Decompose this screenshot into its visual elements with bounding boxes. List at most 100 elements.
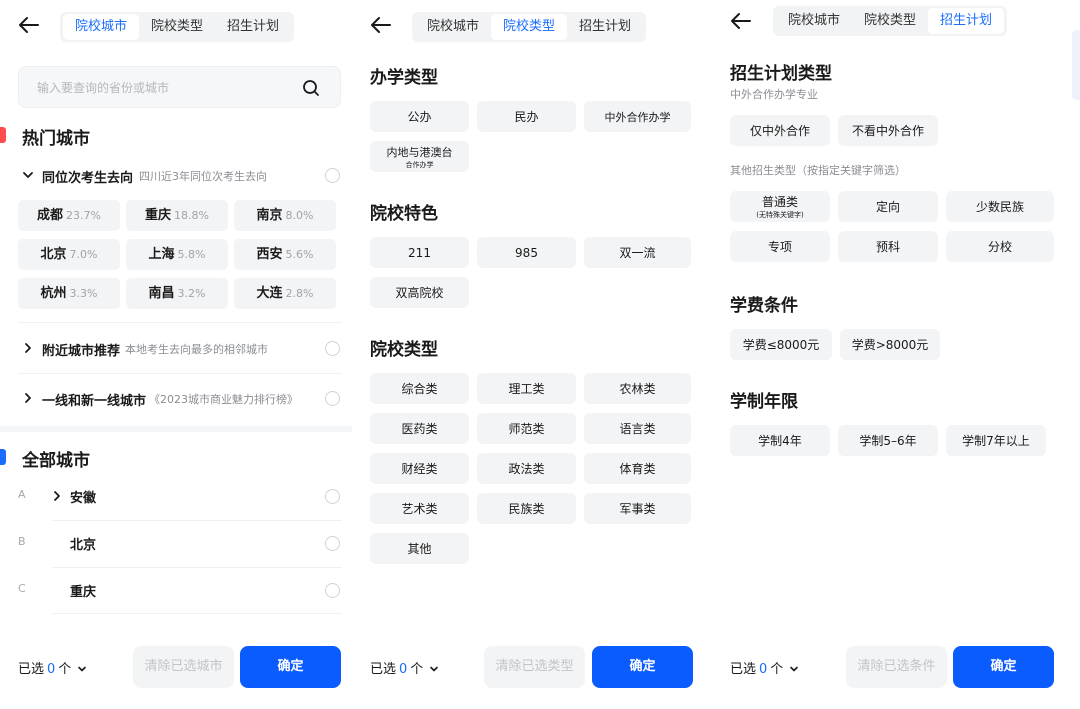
search-placeholder: 输入要查询的省份或城市 [37,81,170,95]
filter-chip[interactable]: 农林类 [584,373,691,404]
city-filter-screen: 院校城市 院校类型 招生计划 输入要查询的省份或城市 热门城市 同位次考生去向 … [0,0,352,709]
filter-chip[interactable]: 学费≤8000元 [730,329,832,360]
filter-chip[interactable]: 语言类 [584,413,691,444]
filter-chip[interactable]: 不看中外合作 [838,115,938,146]
filter-chip[interactable]: 双高院校 [370,277,469,308]
filter-chip[interactable]: 民族类 [477,493,576,524]
hot-city-chip[interactable]: 杭州 3.3% [18,278,120,309]
tier1-radio[interactable] [325,391,340,406]
filter-chip[interactable]: 普通类 (无特殊关键字) [730,191,830,222]
filter-chip[interactable]: 少数民族 [946,191,1054,222]
tab-school-city[interactable]: 院校城市 [776,8,852,34]
filter-chip[interactable]: 双一流 [584,237,691,268]
confirm-button[interactable]: 确定 [953,646,1054,688]
filter-chip[interactable]: 军事类 [584,493,691,524]
filter-chip[interactable]: 体育类 [584,453,691,484]
hot-city-chip[interactable]: 上海 5.8% [126,239,228,270]
filter-chip[interactable]: 师范类 [477,413,576,444]
filter-chip[interactable]: 其他 [370,533,469,564]
tab-enroll-plan[interactable]: 招生计划 [215,14,291,40]
filter-chip[interactable]: 民办 [477,101,576,132]
tab-school-city[interactable]: 院校城市 [63,14,140,40]
selected-count-toggle[interactable]: 已选 0 个 [370,658,439,677]
bottom-bar: 已选 0 个 清除已选条件 确定 [710,628,1080,709]
chip-label: 仅中外合作 [749,124,810,138]
filter-chip[interactable]: 211 [370,237,469,268]
nearby-cities-row[interactable]: 附近城市推荐 本地考生去向最多的相邻城市 [18,328,342,368]
filter-chip[interactable]: 学制5–6年 [838,425,938,456]
tier1-cities-row[interactable]: 一线和新一线城市 《2023城市商业魅力排行榜》 [18,378,342,418]
back-arrow-icon[interactable] [728,8,754,34]
hot-city-chip[interactable]: 大连 2.8% [234,278,336,309]
filter-chip[interactable]: 学制4年 [730,425,830,456]
chip-label: 211 [408,245,431,260]
hot-city-chip[interactable]: 成都 23.7% [18,200,120,231]
chip-label: 不看中外合作 [851,124,924,138]
city-radio[interactable] [325,583,340,598]
city-list-item[interactable]: A 安徽 [18,474,342,520]
divider [18,373,342,374]
selected-count-toggle[interactable]: 已选 0 个 [730,658,799,677]
selected-suffix: 个 [58,662,72,677]
city-radio[interactable] [325,536,340,551]
tab-enroll-plan[interactable]: 招生计划 [928,8,1005,34]
plan-caption: 中外合作办学专业 [730,88,818,101]
tab-school-type[interactable]: 院校类型 [491,14,568,40]
filter-chip[interactable]: 学制7年以上 [946,425,1046,456]
clear-selected-conditions-button[interactable]: 清除已选条件 [846,646,947,688]
filter-chip[interactable]: 公办 [370,101,469,132]
clear-selected-types-button[interactable]: 清除已选类型 [484,646,585,688]
selected-prefix: 已选 [370,662,397,677]
chip-label: 军事类 [619,502,656,516]
city-list-item[interactable]: C 重庆 [18,568,342,614]
search-icon[interactable] [302,79,320,97]
tab-enroll-plan[interactable]: 招生计划 [567,14,643,40]
filter-chip[interactable]: 定向 [838,191,938,222]
filter-chip[interactable]: 分校 [946,231,1054,262]
filter-chip[interactable]: 仅中外合作 [730,115,830,146]
city-list-name: 重庆 [70,585,97,600]
filter-chip[interactable]: 财经类 [370,453,469,484]
filter-chip[interactable]: 985 [477,237,576,268]
tab-school-type[interactable]: 院校类型 [852,8,928,34]
city-radio[interactable] [325,489,340,504]
filter-chip[interactable]: 医药类 [370,413,469,444]
search-input[interactable]: 输入要查询的省份或城市 [18,66,341,108]
filter-chip[interactable]: 预科 [838,231,938,262]
clear-selected-cities-button[interactable]: 清除已选城市 [133,646,234,688]
filter-chip[interactable]: 内地与港澳台 合作办学 [370,141,469,172]
chip-label: 医药类 [401,422,438,436]
city-name: 重庆 [145,208,172,223]
same-rank-radio[interactable] [325,168,340,183]
back-arrow-icon[interactable] [16,12,42,38]
confirm-button[interactable]: 确定 [592,646,693,688]
nearby-radio[interactable] [325,341,340,356]
filter-chip[interactable]: 中外合作办学 [584,101,691,132]
filter-chip[interactable]: 综合类 [370,373,469,404]
chip-label: 专项 [767,240,792,254]
school-feature-chips: 211 985 双一流 双高院校 [370,237,691,308]
hot-city-chip[interactable]: 南昌 3.2% [126,278,228,309]
filter-chip[interactable]: 学费>8000元 [840,329,940,360]
city-percent: 8.0% [285,209,314,222]
hot-city-chip[interactable]: 重庆 18.8% [126,200,228,231]
filter-chip[interactable]: 专项 [730,231,830,262]
city-percent: 2.8% [285,287,314,300]
tab-school-type[interactable]: 院校类型 [139,14,215,40]
back-arrow-icon[interactable] [368,12,394,38]
chevron-right-icon [25,393,31,403]
other-plan-chips: 普通类 (无特殊关键字) 定向 少数民族 专项 预科 分校 [730,191,1054,262]
city-list-item[interactable]: B 北京 [18,521,342,567]
selected-count-toggle[interactable]: 已选 0 个 [18,658,87,677]
filter-chip[interactable]: 艺术类 [370,493,469,524]
city-name: 西安 [256,247,283,262]
hot-city-chip[interactable]: 南京 8.0% [234,200,336,231]
confirm-button[interactable]: 确定 [240,646,341,688]
filter-chip[interactable]: 理工类 [477,373,576,404]
same-rank-row[interactable]: 同位次考生去向 四川近3年同位次考生去向 [18,155,342,195]
top-bar: 院校城市 院校类型 招生计划 [352,0,710,52]
filter-chip[interactable]: 政法类 [477,453,576,484]
tab-school-city[interactable]: 院校城市 [415,14,491,40]
hot-city-chip[interactable]: 西安 5.6% [234,239,336,270]
hot-city-chip[interactable]: 北京 7.0% [18,239,120,270]
